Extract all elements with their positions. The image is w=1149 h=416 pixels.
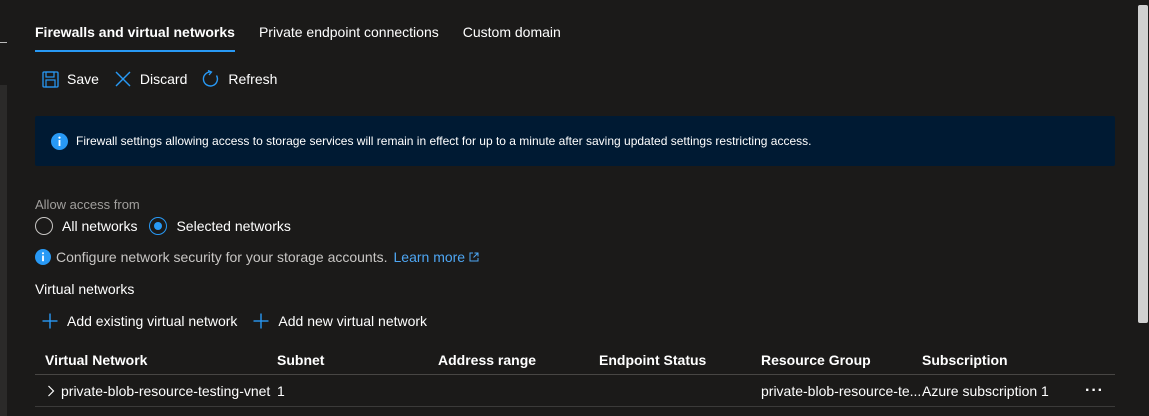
more-icon[interactable]: ··· bbox=[1085, 382, 1104, 400]
left-panel-tick bbox=[0, 42, 7, 43]
radio-label-all-networks: All networks bbox=[62, 218, 138, 234]
save-button[interactable]: Save bbox=[42, 70, 99, 88]
add-new-label: Add new virtual network bbox=[278, 313, 428, 329]
learn-more-link[interactable]: Learn more bbox=[394, 249, 480, 265]
cell-subnet: 1 bbox=[277, 382, 285, 399]
discard-button[interactable]: Discard bbox=[114, 70, 187, 88]
radio-selected-networks[interactable]: Selected networks bbox=[149, 217, 291, 235]
column-header-subscription[interactable]: Subscription bbox=[922, 352, 1074, 368]
allow-access-label: Allow access from bbox=[35, 197, 140, 212]
column-header-address-range[interactable]: Address range bbox=[438, 352, 599, 368]
save-label: Save bbox=[67, 71, 99, 87]
plus-icon bbox=[253, 313, 269, 329]
column-header-subnet[interactable]: Subnet bbox=[277, 352, 438, 368]
info-icon bbox=[51, 132, 68, 150]
cell-actions: ··· bbox=[1074, 382, 1115, 400]
info-icon bbox=[35, 249, 51, 265]
table-header: Virtual Network Subnet Address range End… bbox=[35, 345, 1115, 375]
add-existing-virtual-network-button[interactable]: Add existing virtual network bbox=[42, 313, 237, 329]
virtual-networks-table: Virtual Network Subnet Address range End… bbox=[35, 345, 1115, 407]
tab-private-endpoint-connections[interactable]: Private endpoint connections bbox=[259, 24, 439, 50]
refresh-button[interactable]: Refresh bbox=[202, 70, 277, 88]
close-icon bbox=[115, 71, 131, 87]
refresh-icon bbox=[203, 70, 219, 87]
allow-access-radio-group: All networks Selected networks bbox=[35, 217, 303, 235]
refresh-label: Refresh bbox=[228, 71, 278, 87]
add-existing-label: Add existing virtual network bbox=[67, 313, 238, 329]
column-header-resource-group[interactable]: Resource Group bbox=[761, 352, 922, 368]
tab-firewalls-and-virtual-networks[interactable]: Firewalls and virtual networks bbox=[35, 24, 235, 52]
left-panel-scroll-strip[interactable] bbox=[0, 85, 7, 416]
column-header-endpoint-status[interactable]: Endpoint Status bbox=[599, 352, 761, 368]
config-text: Configure network security for your stor… bbox=[56, 249, 388, 265]
virtual-networks-actions: Add existing virtual network Add new vir… bbox=[42, 313, 443, 329]
toolbar: Save Discard Refresh bbox=[42, 70, 292, 88]
add-new-virtual-network-button[interactable]: Add new virtual network bbox=[253, 313, 427, 329]
cell-resource-group: private-blob-resource-te... bbox=[761, 382, 922, 399]
page-scrollbar[interactable] bbox=[1136, 0, 1149, 416]
left-panel-edge bbox=[0, 0, 8, 416]
banner-text: Firewall settings allowing access to sto… bbox=[76, 134, 812, 148]
plus-icon bbox=[42, 313, 58, 329]
save-icon bbox=[42, 70, 59, 88]
radio-circle-selected-networks[interactable] bbox=[149, 217, 168, 235]
radio-label-selected-networks: Selected networks bbox=[176, 218, 291, 234]
config-info-line: Configure network security for your stor… bbox=[35, 249, 479, 265]
vnet-name: private-blob-resource-testing-vnet bbox=[61, 382, 271, 399]
radio-circle-all-networks[interactable] bbox=[35, 217, 53, 235]
tab-bar: Firewalls and virtual networks Private e… bbox=[35, 24, 585, 52]
scrollbar-thumb[interactable] bbox=[1138, 5, 1148, 323]
table-row[interactable]: private-blob-resource-testing-vnet 1 pri… bbox=[35, 375, 1115, 407]
external-link-icon bbox=[469, 252, 479, 262]
cell-virtual-network: private-blob-resource-testing-vnet bbox=[35, 383, 277, 399]
tab-custom-domain[interactable]: Custom domain bbox=[463, 24, 561, 50]
column-header-virtual-network[interactable]: Virtual Network bbox=[35, 352, 277, 368]
discard-label: Discard bbox=[139, 71, 188, 87]
radio-all-networks[interactable]: All networks bbox=[35, 217, 137, 235]
learn-more-label: Learn more bbox=[393, 249, 466, 265]
info-banner: Firewall settings allowing access to sto… bbox=[35, 116, 1115, 166]
chevron-right-icon[interactable] bbox=[47, 385, 55, 397]
cell-subscription: Azure subscription 1 bbox=[922, 382, 1049, 399]
virtual-networks-title: Virtual networks bbox=[35, 281, 135, 297]
